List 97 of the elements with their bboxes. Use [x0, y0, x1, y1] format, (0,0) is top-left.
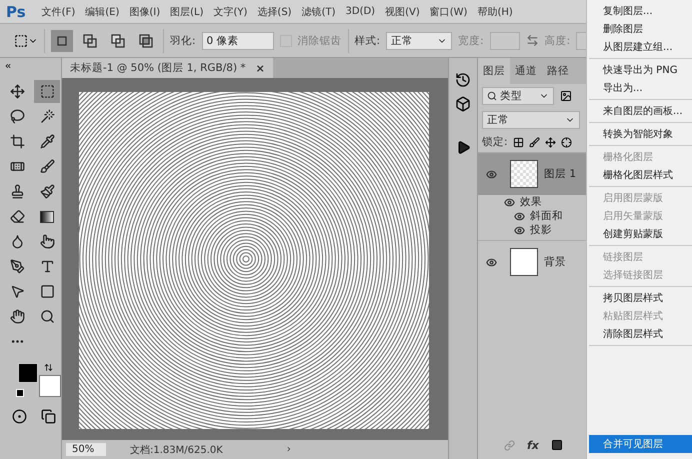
arrow-pointer-icon [10, 284, 24, 299]
menu-item[interactable]: 编辑(E) [85, 4, 120, 18]
foreground-color-swatch[interactable] [18, 363, 38, 383]
menu-item[interactable]: 3D(D) [346, 6, 376, 17]
magic-wand-icon [40, 109, 54, 124]
effect-name: 投影 [530, 223, 552, 237]
four-way-arrow-icon [10, 84, 24, 99]
style-select[interactable]: 正常 [386, 32, 452, 50]
document-size-text: 文档:1.83M/625.0K [130, 444, 223, 456]
visibility-eye-icon[interactable] [504, 196, 516, 208]
bandage-icon [10, 159, 24, 174]
menu-item[interactable]: 视图(V) [385, 4, 420, 18]
overlapping-squares-icon [82, 32, 98, 48]
mask-icon[interactable] [550, 439, 563, 451]
zoom-field[interactable]: 50% [66, 443, 106, 456]
panel-tab[interactable]: 路径 [542, 58, 574, 84]
anti-alias-label: 消除锯齿 [298, 34, 342, 48]
context-menu-item[interactable]: 清除图层样式 [589, 325, 692, 343]
swap-colors-icon[interactable] [44, 363, 53, 372]
effect-name: 斜面和 [530, 209, 563, 223]
menu-item[interactable]: 选择(S) [257, 4, 292, 18]
dashed-rectangle-icon [40, 84, 54, 99]
cube-icon[interactable] [455, 96, 471, 112]
visibility-eye-icon[interactable] [486, 256, 498, 268]
lock-pixels-icon[interactable] [512, 136, 524, 148]
width-field[interactable] [490, 32, 520, 50]
visibility-eye-icon[interactable] [514, 210, 526, 222]
lasso-icon [10, 109, 24, 124]
play-icon[interactable] [456, 140, 470, 155]
default-colors-icon[interactable] [16, 389, 24, 397]
letter-t-icon [40, 259, 54, 274]
lock-position-icon[interactable] [544, 136, 556, 148]
menu-item[interactable]: 图层(L) [170, 4, 204, 18]
document-tab[interactable]: 未标题-1 @ 50% (图层 1, RGB/8) * × [62, 58, 273, 78]
search-icon [487, 91, 497, 101]
eyedropper-icon [40, 134, 54, 149]
fx-button[interactable]: fx [527, 438, 539, 452]
subtract-squares-icon [110, 32, 126, 48]
crop-icon [10, 134, 24, 149]
droplet-icon [10, 234, 24, 249]
image-filter-icon[interactable] [560, 90, 572, 102]
menu-item[interactable]: 文字(Y) [214, 4, 248, 18]
selection-mode-button[interactable] [51, 30, 73, 52]
context-menu-item[interactable]: 创建剪贴蒙版 [589, 225, 692, 243]
feather-field[interactable]: 0 像素 [202, 32, 274, 50]
feather-label: 羽化: [170, 34, 196, 48]
menu-item[interactable]: 窗口(W) [430, 4, 468, 18]
style-label: 样式: [354, 34, 380, 48]
pointing-hand-icon [40, 234, 54, 249]
context-menu-item[interactable]: 快速导出为 PNG [589, 61, 692, 79]
lock-brush-icon[interactable] [528, 136, 540, 148]
zoom-icon [40, 309, 54, 324]
rectangle-icon [40, 284, 54, 299]
panel-tab[interactable]: 图层 [478, 58, 510, 84]
layer-name: 背景 [544, 255, 566, 269]
context-menu-item[interactable]: 从图层建立组... [589, 38, 692, 56]
app-logo: Ps [6, 2, 26, 20]
context-menu-item[interactable]: 导出为... [589, 79, 692, 97]
visibility-eye-icon[interactable] [486, 168, 498, 180]
status-menu-arrow[interactable]: › [286, 444, 291, 455]
context-menu-item[interactable]: 删除图层 [589, 20, 692, 38]
hand-icon [10, 309, 24, 324]
context-menu-item[interactable]: 合并可见图层 [589, 435, 692, 453]
layer-name: 图层 1 [544, 167, 576, 181]
context-menu-item[interactable]: 转换为智能对象 [589, 125, 692, 143]
brush-icon [40, 159, 54, 174]
tool-button[interactable] [34, 80, 60, 103]
lock-artboard-icon[interactable] [560, 136, 572, 148]
context-menu-item[interactable]: 拷贝图层样式 [589, 289, 692, 307]
visibility-eye-icon[interactable] [514, 224, 526, 236]
context-menu-item[interactable]: 复制图层... [589, 2, 692, 20]
paintbrush-icon [40, 184, 54, 199]
context-menu-item[interactable]: 栅格化图层样式 [589, 166, 692, 184]
background-color-swatch[interactable] [39, 375, 61, 397]
history-icon[interactable] [455, 72, 471, 88]
quick-mask-icon[interactable] [12, 409, 27, 424]
layer-filter-select[interactable]: 类型 [482, 87, 554, 105]
intersect-squares-icon [138, 32, 154, 48]
width-label: 宽度: [458, 34, 484, 48]
gradient-icon [40, 210, 54, 222]
height-label: 高度: [544, 34, 570, 48]
lock-label: 锁定: [482, 135, 508, 149]
pen-nib-icon [10, 259, 24, 274]
marquee-preset-icon[interactable] [14, 34, 38, 48]
effects-label: 效果 [520, 195, 542, 209]
menu-item[interactable]: 帮助(H) [477, 4, 513, 18]
blend-mode-select[interactable]: 正常 [482, 111, 580, 129]
stamp-icon [10, 184, 24, 199]
menu-item[interactable]: 图像(I) [129, 4, 160, 18]
swap-icon[interactable] [526, 34, 539, 47]
close-icon[interactable]: × [256, 62, 265, 74]
screen-mode-icon[interactable] [41, 409, 56, 424]
menu-item[interactable]: 文件(F) [42, 4, 76, 18]
panel-tab[interactable]: 通道 [510, 58, 542, 84]
context-menu-item[interactable]: 来自图层的画板... [589, 102, 692, 120]
eraser-icon [10, 209, 24, 224]
menu-item[interactable]: 滤镜(T) [302, 4, 336, 18]
